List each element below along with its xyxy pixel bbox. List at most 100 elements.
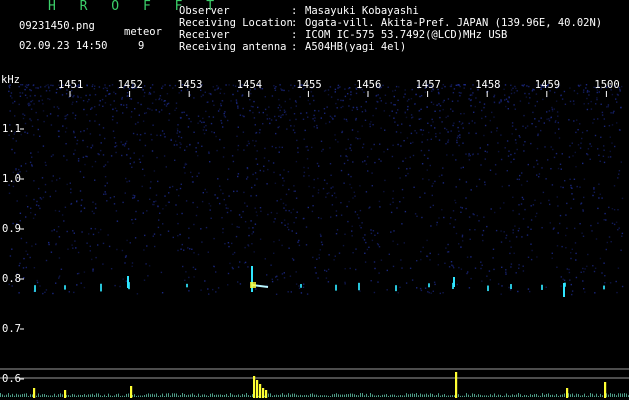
noise-dot xyxy=(162,85,164,87)
noise-dot xyxy=(557,115,559,117)
noise-dot xyxy=(566,268,568,270)
noise-dot xyxy=(507,155,510,157)
noise-dot xyxy=(557,205,559,207)
noise-dot xyxy=(476,185,478,188)
noise-dot xyxy=(89,94,91,96)
noise-dot xyxy=(505,237,507,239)
trace-bar xyxy=(28,395,29,397)
noise-dot xyxy=(282,177,284,179)
noise-dot xyxy=(395,131,398,133)
noise-dot xyxy=(303,171,306,174)
noise-dot xyxy=(533,166,535,168)
noise-dot xyxy=(469,238,471,240)
noise-dot xyxy=(364,119,367,121)
noise-dot xyxy=(370,229,372,231)
noise-dot xyxy=(29,89,31,91)
noise-dot xyxy=(55,190,57,192)
noise-dot xyxy=(397,292,399,294)
noise-dot xyxy=(126,95,128,97)
noise-dot xyxy=(11,285,13,287)
noise-dot xyxy=(129,242,131,244)
noise-dot xyxy=(250,105,253,108)
noise-dot xyxy=(427,291,429,293)
noise-dot xyxy=(441,87,443,89)
noise-dot xyxy=(248,142,250,145)
noise-dot xyxy=(419,129,422,131)
noise-dot xyxy=(616,291,618,294)
noise-dot xyxy=(193,276,195,278)
noise-dot xyxy=(64,115,66,117)
echo-mark xyxy=(100,283,102,292)
noise-dot xyxy=(255,288,257,290)
noise-dot xyxy=(327,281,330,283)
trace-bar xyxy=(326,395,327,397)
trace-bar xyxy=(482,395,483,397)
noise-dot xyxy=(283,219,286,221)
noise-dot xyxy=(351,225,353,227)
noise-dot xyxy=(550,146,552,148)
noise-dot xyxy=(252,231,255,233)
noise-dot xyxy=(393,104,395,106)
noise-dot xyxy=(590,108,593,110)
noise-dot xyxy=(239,261,241,263)
noise-dot xyxy=(336,229,339,231)
noise-dot xyxy=(376,100,378,103)
noise-dot xyxy=(439,116,441,119)
trace-bar xyxy=(70,395,71,397)
noise-dot xyxy=(536,212,538,215)
noise-dot xyxy=(88,233,90,235)
noise-dot xyxy=(566,202,568,205)
noise-dot xyxy=(289,119,291,121)
noise-dot xyxy=(432,204,434,207)
noise-dot xyxy=(175,107,178,109)
noise-dot xyxy=(542,98,544,101)
noise-dot xyxy=(311,146,313,149)
trace-bar xyxy=(142,395,143,397)
trace-bar xyxy=(154,394,155,397)
noise-dot xyxy=(480,164,482,166)
noise-dot xyxy=(266,114,268,116)
trace-peak xyxy=(259,384,262,398)
noise-dot xyxy=(452,154,454,156)
noise-dot xyxy=(513,158,515,160)
noise-dot xyxy=(312,118,314,120)
noise-dot xyxy=(490,208,492,210)
noise-dot xyxy=(108,245,111,248)
noise-dot xyxy=(401,123,403,125)
noise-dot xyxy=(441,121,443,123)
noise-dot xyxy=(426,255,429,258)
noise-dot xyxy=(474,122,476,124)
noise-dot xyxy=(155,98,157,101)
noise-dot xyxy=(399,286,401,288)
noise-dot xyxy=(437,264,439,266)
noise-dot xyxy=(290,125,292,127)
noise-dot xyxy=(495,173,497,175)
noise-dot xyxy=(468,132,470,134)
noise-dot xyxy=(392,201,394,203)
trace-bar xyxy=(40,395,41,397)
trace-bar xyxy=(396,395,397,397)
noise-dot xyxy=(521,172,523,174)
noise-dot xyxy=(558,137,561,139)
noise-dot xyxy=(331,194,333,197)
noise-dot xyxy=(285,193,288,196)
noise-dot xyxy=(452,265,454,267)
noise-dot xyxy=(560,94,562,96)
noise-dot xyxy=(222,192,224,195)
trace-bar xyxy=(332,394,333,397)
trace-bar xyxy=(338,394,339,397)
trace-bar xyxy=(212,393,213,397)
noise-dot xyxy=(362,143,365,145)
noise-dot xyxy=(125,255,127,257)
noise-dot xyxy=(337,84,340,87)
noise-dot xyxy=(535,93,538,95)
noise-dot xyxy=(279,174,281,176)
trace-bar xyxy=(352,393,353,397)
noise-dot xyxy=(18,264,20,267)
noise-dot xyxy=(617,267,620,269)
noise-dot xyxy=(133,161,135,164)
noise-dot xyxy=(549,222,551,224)
noise-dot xyxy=(583,178,586,180)
noise-dot xyxy=(435,135,437,138)
noise-dot xyxy=(582,209,584,211)
